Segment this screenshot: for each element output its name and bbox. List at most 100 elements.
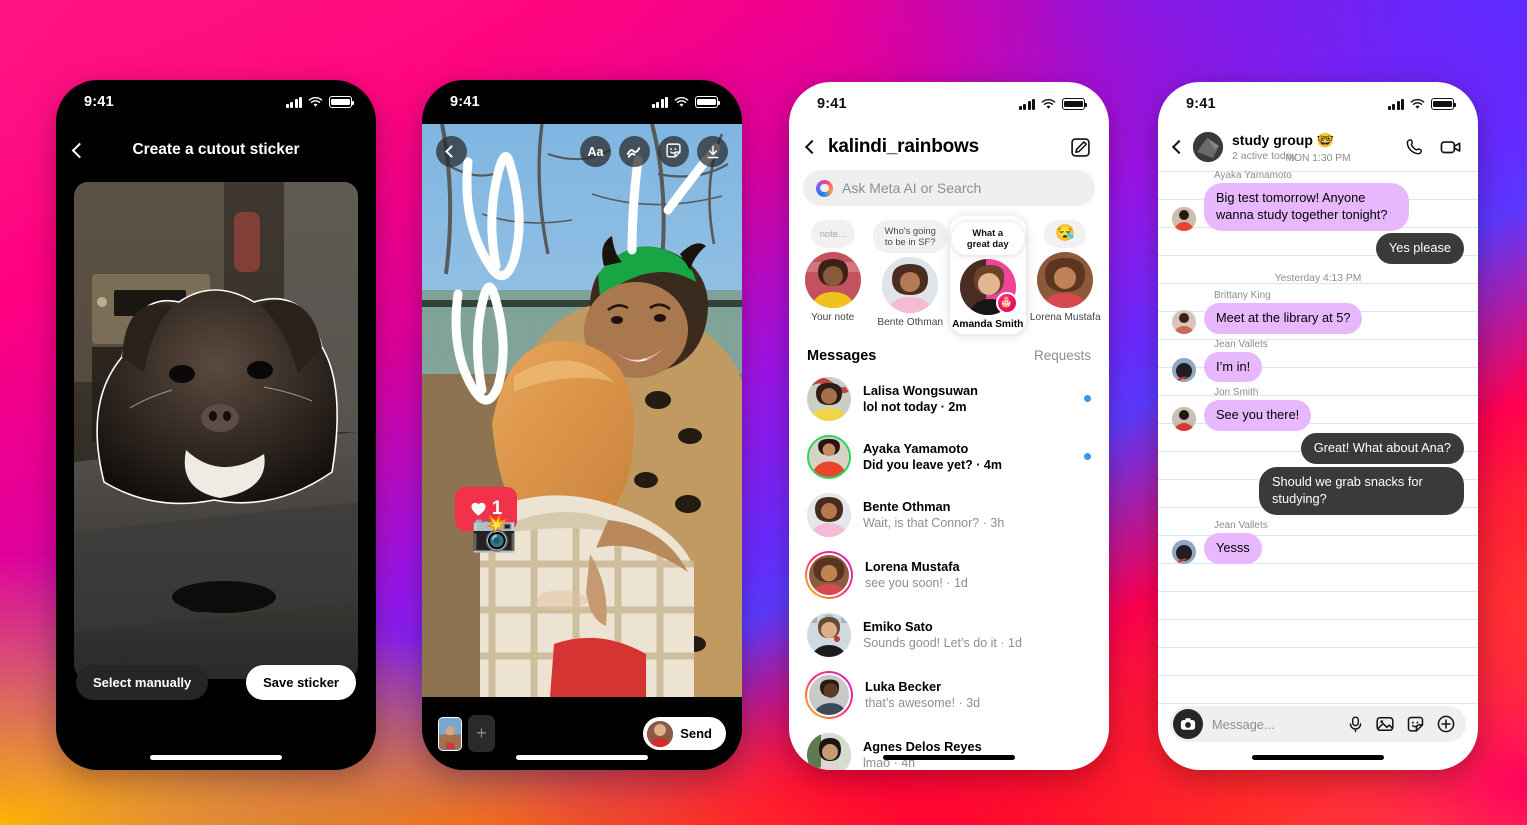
table-row[interactable]: Agnes Delos Reyes lmao · 4h <box>789 726 1109 770</box>
note-amanda-smith[interactable]: What a great day 🎂 Amanda Smith <box>949 216 1026 334</box>
thread-preview: Sounds good! Let’s do it · 1d <box>863 636 1022 651</box>
message-composer[interactable]: Message... <box>1170 706 1466 742</box>
status-bar: 9:41 <box>56 80 376 124</box>
draw-tool-button[interactable] <box>619 136 650 167</box>
search-placeholder: Ask Meta AI or Search <box>842 180 982 196</box>
unread-dot <box>1084 453 1091 461</box>
message-bubble-outgoing: Great! What about Ana? <box>1300 433 1464 465</box>
story-toolbar: Aa <box>422 136 742 167</box>
photo-icon[interactable] <box>1376 716 1394 732</box>
home-indicator <box>150 755 282 760</box>
sender-name: Jean Vallets <box>1214 338 1268 350</box>
message-row[interactable]: I’m in! <box>1172 351 1464 383</box>
thread-name: Agnes Delos Reyes <box>863 738 982 754</box>
cellular-signal-icon <box>1019 98 1035 110</box>
avatar <box>807 376 851 421</box>
avatar <box>807 672 851 717</box>
cellular-signal-icon <box>652 96 668 108</box>
table-row[interactable]: Lorena Mustafa see you soon! · 1d <box>789 544 1109 606</box>
send-button[interactable]: Send <box>643 717 726 750</box>
avatar <box>807 552 851 597</box>
add-media-button[interactable]: + <box>468 715 495 752</box>
message-row[interactable]: Yesss <box>1172 533 1464 564</box>
text-tool-button[interactable]: Aa <box>580 136 611 167</box>
plus-circle-icon[interactable] <box>1437 715 1455 733</box>
back-button[interactable] <box>436 136 467 167</box>
avatar <box>1172 407 1196 432</box>
sticker-icon[interactable] <box>1407 716 1424 733</box>
microphone-icon[interactable] <box>1348 715 1363 733</box>
avatar <box>1172 539 1196 564</box>
table-row[interactable]: Bente Othman Wait, is that Connor? · 3h <box>789 486 1109 544</box>
cellular-signal-icon <box>1388 98 1404 110</box>
status-time: 9:41 <box>84 94 114 110</box>
note-bente-othman[interactable]: Who's going to be in SF? Bente Othman <box>872 216 948 334</box>
note-label: Bente Othman <box>877 316 944 328</box>
status-time: 9:41 <box>1186 96 1216 112</box>
table-row[interactable]: Emiko Sato Sounds good! Let’s do it · 1d <box>789 606 1109 664</box>
thread-name: Ayaka Yamamoto <box>863 440 969 456</box>
text-icon: Aa <box>587 144 604 159</box>
select-manually-button[interactable]: Select manually <box>76 665 209 700</box>
thread-list: Lalisa Wongsuwan lol not today · 2m Ayak… <box>789 370 1109 770</box>
phone-story-editor: 9:41 Aa 1 📸 + Send <box>422 80 742 770</box>
thread-name: Emiko Sato <box>863 618 933 634</box>
table-row[interactable]: Ayaka Yamamoto Did you leave yet? · 4m <box>789 428 1109 486</box>
requests-link[interactable]: Requests <box>1034 348 1091 363</box>
photo-thumbnail[interactable] <box>438 716 462 751</box>
home-indicator <box>1252 755 1384 760</box>
note-bubble: Who's going to be in SF? <box>873 220 948 253</box>
status-time: 9:41 <box>450 94 480 110</box>
status-bar: 9:41 <box>422 80 742 124</box>
message-row[interactable]: Big test tomorrow! Anyone wanna study to… <box>1172 183 1464 231</box>
download-icon <box>705 144 721 160</box>
search-input[interactable]: Ask Meta AI or Search <box>803 170 1095 206</box>
camera-icon[interactable] <box>1173 709 1203 739</box>
avatar <box>804 252 861 308</box>
table-row[interactable]: Lalisa Wongsuwan lol not today · 2m <box>789 370 1109 428</box>
note-your-note[interactable]: note... Your note <box>795 216 870 334</box>
avatar <box>882 256 939 313</box>
avatar <box>807 492 851 537</box>
chevron-left-icon[interactable] <box>804 139 820 155</box>
message-row[interactable]: See you there! <box>1172 400 1464 432</box>
thread-name: Bente Othman <box>863 498 951 514</box>
story-ring[interactable] <box>805 550 853 599</box>
story-ring[interactable] <box>805 670 853 719</box>
timestamp: MON 1:30 PM <box>1285 153 1351 164</box>
message-bubble-incoming: See you there! <box>1204 400 1312 432</box>
download-button[interactable] <box>697 136 728 167</box>
thread-preview: lol not today · 2m <box>863 400 967 415</box>
avatar <box>1172 358 1196 383</box>
message-row[interactable]: Great! What about Ana? <box>1172 433 1464 465</box>
sticker-tool-button[interactable] <box>658 136 689 167</box>
cutout-photo[interactable] <box>74 182 358 679</box>
inbox-header: kalindi_rainbows <box>789 126 1109 164</box>
status-time: 9:41 <box>817 96 847 112</box>
wifi-icon <box>1410 98 1425 110</box>
cellular-signal-icon <box>286 96 302 108</box>
thread-preview: Wait, is that Connor? · 3h <box>863 516 1005 531</box>
thread-name: Lorena Mustafa <box>865 558 960 574</box>
table-row[interactable]: Luka Becker that’s awesome! · 3d <box>789 664 1109 726</box>
camera-flash-emoji[interactable]: 📸 <box>471 514 517 551</box>
note-bubble: What a great day <box>951 222 1024 255</box>
battery-icon <box>695 96 721 108</box>
message-bubble-incoming: Meet at the library at 5? <box>1204 302 1363 334</box>
save-sticker-button[interactable]: Save sticker <box>246 665 356 700</box>
thread-preview: that’s awesome! · 3d <box>865 696 981 711</box>
sender-name: Ayaka Yamamoto <box>1214 170 1292 181</box>
avatar <box>807 434 851 479</box>
story-photo[interactable] <box>422 124 742 697</box>
message-row[interactable]: Should we grab snacks for studying? <box>1172 467 1464 516</box>
message-row[interactable]: Yes please <box>1172 232 1464 264</box>
message-input-placeholder[interactable]: Message... <box>1212 717 1339 732</box>
compose-icon[interactable] <box>1070 137 1091 158</box>
note-lorena-mustafa[interactable]: 😪 Lorena Mustafa <box>1028 216 1103 334</box>
phone-inbox: 9:41 kalindi_rainbows Ask Meta AI or Sea… <box>789 82 1109 770</box>
cutout-header: Create a cutout sticker <box>56 124 376 176</box>
send-label: Send <box>680 726 712 741</box>
squiggle-icon <box>626 145 643 159</box>
message-row[interactable]: Meet at the library at 5? <box>1172 302 1464 334</box>
battery-icon <box>1431 98 1457 110</box>
